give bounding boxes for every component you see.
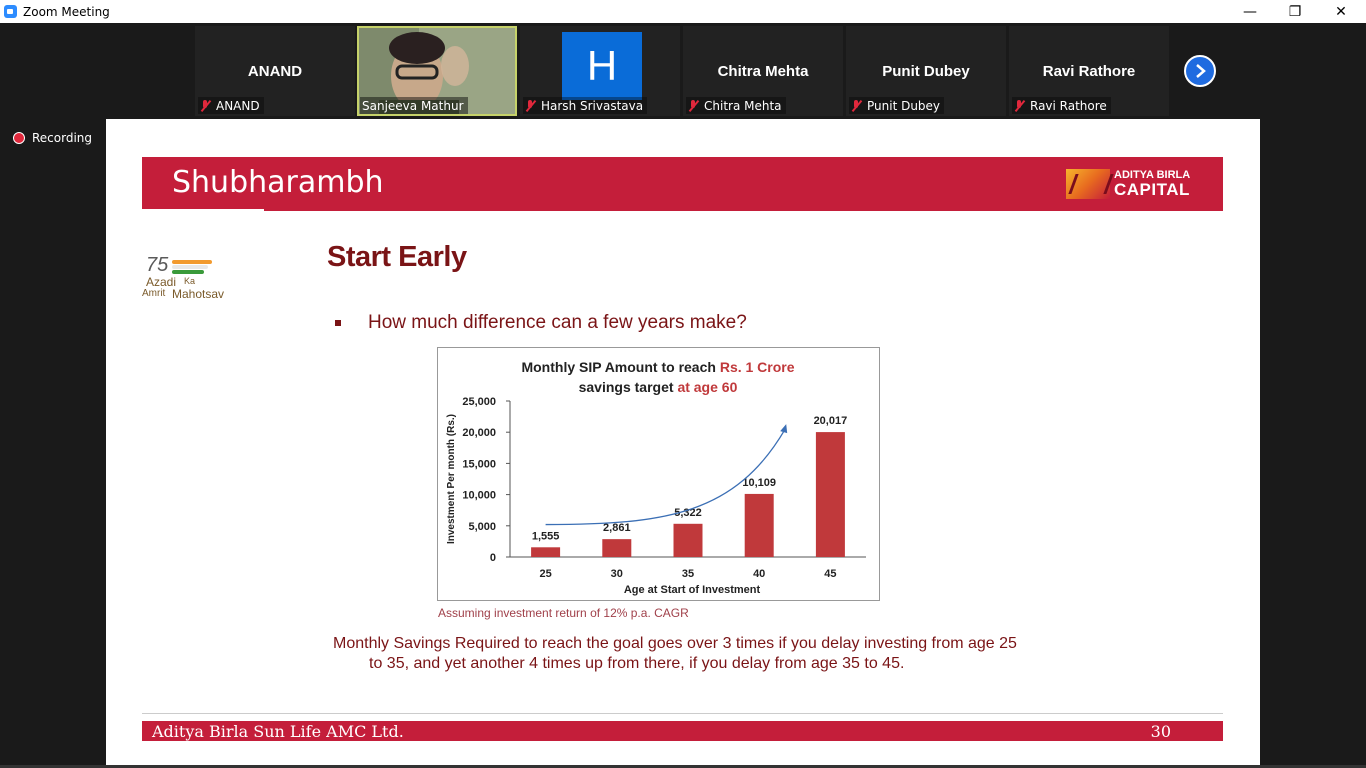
bar [815, 432, 845, 557]
participant-strip: ANAND ANAND Sanjeeva Mathur H Harsh Sriv… [0, 23, 1366, 119]
x-tick-label: 25 [539, 568, 551, 580]
restore-button[interactable]: ❐ [1272, 0, 1318, 23]
logo-bottom-text: CAPITAL [1114, 180, 1190, 199]
participant-tile-sanjeeva[interactable]: Sanjeeva Mathur [357, 26, 517, 116]
bullet-text: How much difference can a few years make… [368, 312, 747, 333]
participant-avatar: H [562, 32, 642, 100]
participant-display-name: ANAND [247, 63, 303, 80]
slide-header: Shubharambh ADITYA BIRLA CAPITAL [142, 157, 1223, 211]
azadi-ka-amrit-mahotsav-logo: 75 Azadi Ka Amrit Mahotsav [142, 254, 242, 304]
header-accent-line [142, 209, 264, 212]
x-tick-label: 40 [753, 568, 765, 580]
zoom-app-icon [4, 5, 17, 18]
y-tick-label: 0 [490, 552, 496, 564]
assumption-note: Assuming investment return of 12% p.a. C… [438, 606, 689, 620]
logo-amrit: Amrit [142, 288, 166, 299]
participant-label: ANAND [198, 97, 264, 114]
participant-tile-chitra[interactable]: Chitra Mehta Chitra Mehta [683, 26, 843, 116]
participant-name: Sanjeeva Mathur [362, 98, 464, 113]
bar [602, 539, 632, 557]
logo-mahotsav: Mahotsav [172, 287, 225, 301]
participant-display-name: Ravi Rathore [1042, 63, 1136, 80]
participant-tile-harsh[interactable]: H Harsh Srivastava [520, 26, 680, 116]
window-titlebar: Zoom Meeting — ❐ ✕ [0, 0, 1366, 23]
summary-line-2: to 35, and yet another 4 times up from t… [369, 655, 905, 672]
participant-tile-anand[interactable]: ANAND ANAND [195, 26, 355, 116]
participant-display-name: Chitra Mehta [717, 63, 809, 80]
bullet-square-icon [335, 320, 341, 326]
close-button[interactable]: ✕ [1318, 0, 1364, 23]
chart-title-line-1: Monthly SIP Amount to reach Rs. 1 Crore [521, 359, 794, 375]
participant-label: Ravi Rathore [1012, 97, 1111, 114]
participant-label: Chitra Mehta [686, 97, 786, 114]
y-axis-label: Investment Per month (Rs.) [446, 414, 457, 544]
recording-label: Recording [32, 131, 93, 145]
bar [531, 547, 561, 557]
participant-name: Ravi Rathore [1030, 98, 1107, 113]
logo-ka: Ka [184, 276, 196, 286]
mic-muted-icon [200, 99, 210, 112]
chevron-right-icon [1196, 64, 1206, 78]
x-tick-label: 30 [611, 568, 623, 580]
bar-value-label: 20,017 [814, 415, 848, 427]
y-tick-label: 25,000 [462, 396, 496, 408]
aditya-birla-capital-logo: ADITYA BIRLA CAPITAL [1066, 169, 1191, 199]
bullet-point: How much difference can a few years make… [335, 312, 747, 334]
next-participants-button[interactable] [1184, 55, 1216, 87]
slide-footer: Aditya Birla Sun Life AMC Ltd. 30 [142, 721, 1223, 741]
participant-tile-punit[interactable]: Punit Dubey Punit Dubey [846, 26, 1006, 116]
summary-text: Monthly Savings Required to reach the go… [333, 634, 1053, 674]
participant-display-name: Punit Dubey [882, 63, 970, 80]
participant-tile-ravi[interactable]: Ravi Rathore Ravi Rathore [1009, 26, 1169, 116]
recording-indicator[interactable]: Recording [13, 131, 92, 145]
participant-name: Harsh Srivastava [541, 98, 644, 113]
bar [673, 523, 703, 557]
aditya-birla-logo-icon [1066, 169, 1110, 199]
shared-slide: Shubharambh ADITYA BIRLA CAPITAL 75 Azad… [106, 119, 1260, 768]
record-icon [13, 132, 25, 144]
participant-name: Chitra Mehta [704, 98, 782, 113]
y-tick-label: 20,000 [462, 427, 496, 439]
y-tick-label: 5,000 [468, 521, 496, 533]
mic-muted-icon [851, 99, 861, 112]
footer-divider [142, 713, 1223, 714]
logo-75: 75 [146, 254, 169, 276]
participant-label: Sanjeeva Mathur [360, 97, 468, 114]
sip-bar-chart: Monthly SIP Amount to reach Rs. 1 Crore s… [446, 359, 866, 596]
footer-company: Aditya Birla Sun Life AMC Ltd. [152, 722, 404, 741]
bar-value-label: 1,555 [532, 530, 560, 542]
y-tick-label: 15,000 [462, 458, 496, 470]
sip-chart: Monthly SIP Amount to reach Rs. 1 Crore s… [437, 347, 880, 601]
window-title: Zoom Meeting [23, 4, 110, 19]
y-tick-label: 10,000 [462, 490, 496, 502]
mic-muted-icon [525, 99, 535, 112]
mic-muted-icon [1014, 99, 1024, 112]
mic-muted-icon [688, 99, 698, 112]
slide-header-title: Shubharambh [172, 165, 384, 200]
bar [744, 493, 774, 557]
bar-value-label: 2,861 [603, 522, 631, 534]
trend-arrow-head-icon [780, 424, 788, 434]
tricolor-icon [172, 260, 214, 274]
participant-label: Harsh Srivastava [523, 97, 648, 114]
x-tick-label: 45 [824, 568, 836, 580]
minimize-button[interactable]: — [1227, 0, 1273, 23]
x-tick-label: 35 [682, 568, 694, 580]
participant-name: ANAND [216, 98, 260, 113]
page-number: 30 [1150, 722, 1171, 741]
bar-value-label: 10,109 [742, 477, 776, 489]
summary-line-1: Monthly Savings Required to reach the go… [333, 635, 1017, 652]
chart-title-line-2: savings target at age 60 [579, 379, 738, 395]
slide-heading: Start Early [327, 241, 467, 273]
participant-name: Punit Dubey [867, 98, 941, 113]
participant-label: Punit Dubey [849, 97, 945, 114]
x-axis-label: Age at Start of Investment [624, 584, 761, 596]
